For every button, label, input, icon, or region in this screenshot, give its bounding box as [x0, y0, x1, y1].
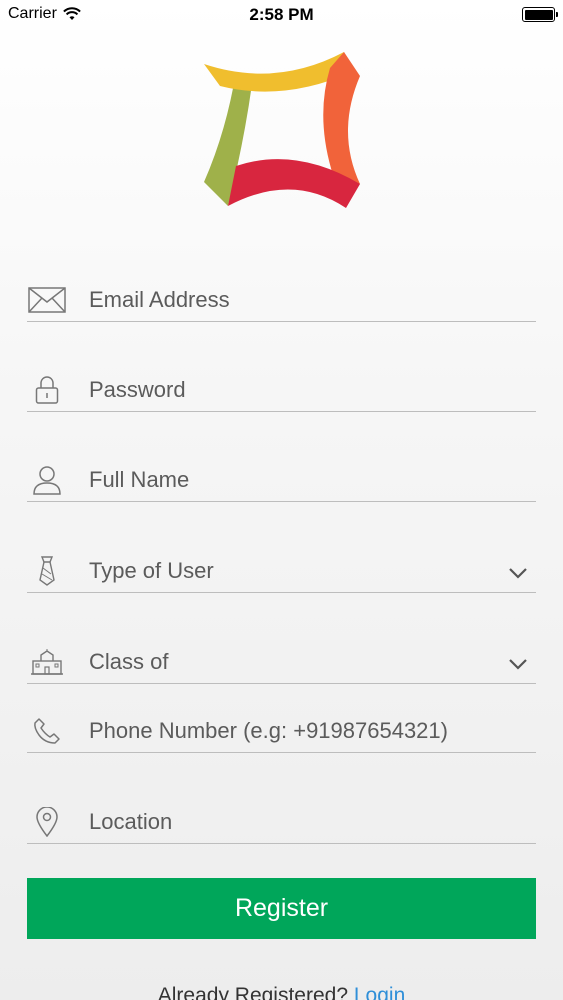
chevron-down-icon[interactable]	[508, 566, 528, 580]
status-bar: Carrier 2:58 PM	[0, 0, 563, 30]
login-link[interactable]: Login	[354, 984, 405, 1000]
battery-icon	[522, 7, 558, 22]
password-input[interactable]	[89, 377, 509, 403]
email-input[interactable]	[89, 287, 509, 313]
tie-icon	[27, 556, 67, 586]
location-pin-icon	[27, 807, 67, 837]
status-time: 2:58 PM	[249, 5, 314, 24]
register-button[interactable]: Register	[27, 878, 536, 939]
email-field[interactable]	[27, 266, 536, 322]
full-name-field[interactable]	[27, 446, 536, 502]
class-of-label: Class of	[89, 649, 169, 674]
lock-icon	[27, 375, 67, 405]
phone-input[interactable]	[89, 718, 509, 744]
envelope-icon	[27, 285, 67, 315]
phone-field[interactable]	[27, 697, 536, 753]
login-prompt: Already Registered? Login	[0, 984, 563, 1000]
location-field[interactable]	[27, 788, 536, 844]
already-registered-text: Already Registered?	[157, 984, 349, 1000]
location-input[interactable]	[89, 809, 509, 835]
app-logo	[204, 52, 360, 208]
user-type-select[interactable]: Type of User	[27, 537, 536, 593]
chevron-down-icon[interactable]	[508, 657, 528, 671]
full-name-input[interactable]	[89, 467, 509, 493]
class-of-select[interactable]: Class of	[27, 628, 536, 684]
password-field[interactable]	[27, 356, 536, 412]
user-icon	[27, 465, 67, 495]
phone-icon	[27, 716, 67, 746]
user-type-label: Type of User	[89, 558, 214, 583]
school-icon	[27, 647, 67, 677]
